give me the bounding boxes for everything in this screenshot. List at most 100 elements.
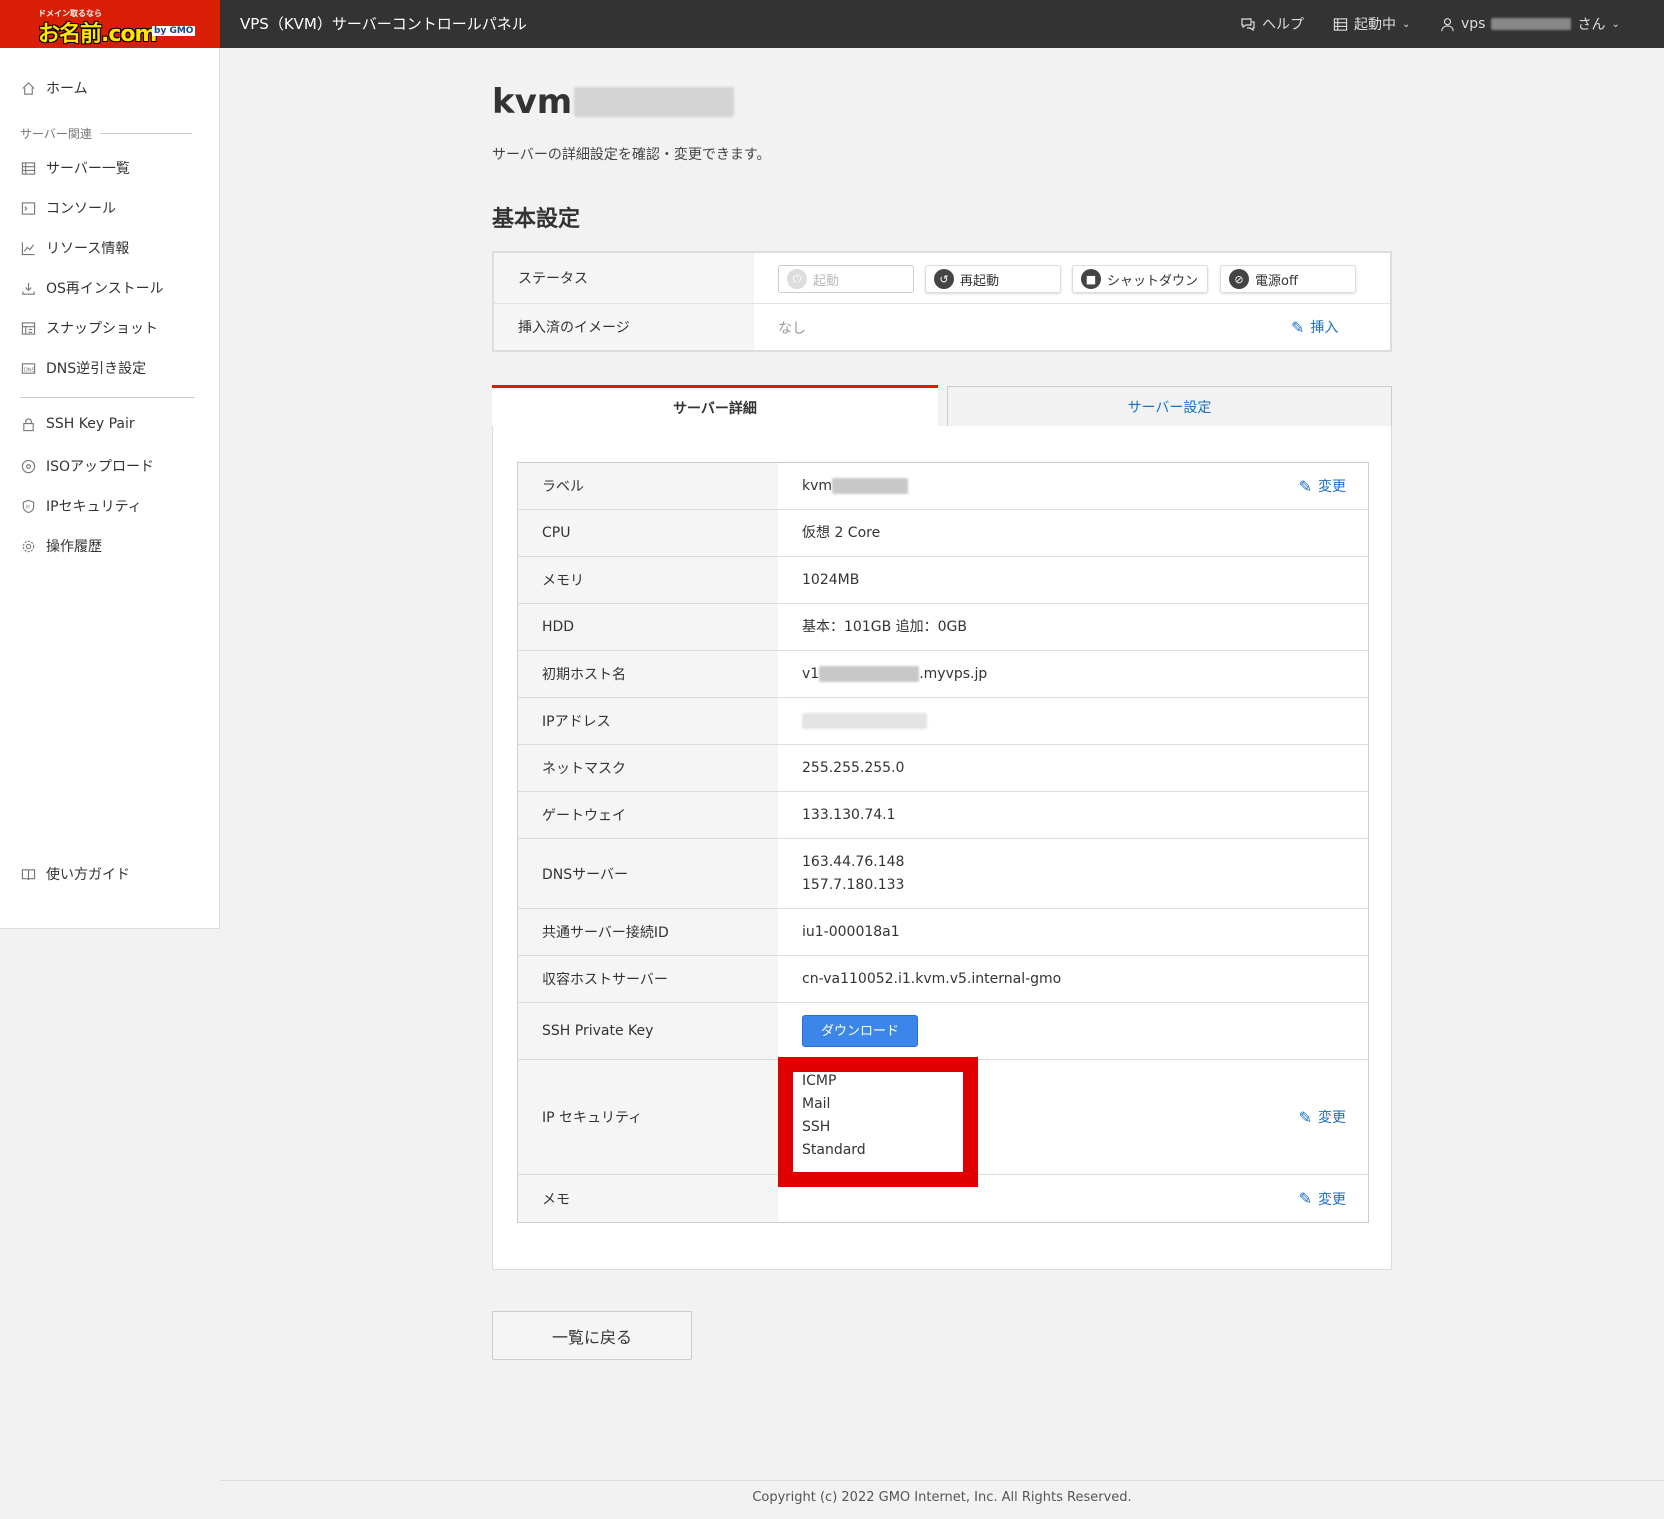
edit-label-link[interactable]: ✎ 変更 [1299, 476, 1346, 496]
shutdown-label: シャットダウン [1107, 273, 1199, 289]
server-name-redacted [574, 87, 735, 117]
logo[interactable]: ドメイン取るなら お名前.com by GMO [0, 0, 220, 48]
sidebar-item-guide[interactable]: 使い方ガイド [20, 864, 130, 884]
shutdown-button[interactable]: ■ シャットダウン [1072, 265, 1208, 293]
sidebar-item-os-reinstall[interactable]: OS再インストール [20, 278, 164, 298]
server-list-icon [1333, 17, 1348, 31]
image-row: 挿入済のイメージ なし ✎ 挿入 [494, 304, 1390, 350]
tab-server-detail[interactable]: サーバー詳細 [492, 385, 938, 427]
row-key: IPアドレス [518, 698, 778, 744]
detail-row-dns: DNSサーバー 163.44.76.148 157.7.180.133 [518, 839, 1368, 909]
row-value: 基本：101GB 追加：0GB [802, 618, 967, 635]
detail-row-netmask: ネットマスク 255.255.255.0 [518, 745, 1368, 792]
row-key: 共通サーバー接続ID [518, 909, 778, 955]
edit-memo-link[interactable]: ✎ 変更 [1299, 1189, 1346, 1209]
start-label: 起動 [813, 273, 840, 289]
dns-primary: 163.44.76.148 [802, 853, 905, 870]
detail-row-label: ラベル kvm ✎ 変更 [518, 463, 1368, 510]
row-value: cn-va110052.i1.kvm.v5.internal-gmo [802, 970, 1062, 987]
row-value: kvm [778, 463, 1368, 509]
sidebar-item-console[interactable]: コンソール [20, 198, 116, 218]
chevron-down-icon: ⌄ [1402, 18, 1411, 30]
basic-settings-title: 基本設定 [492, 207, 581, 232]
basic-settings-box: ステータス ⏻ 起動 ↺ 再起動 ■ シャットダウン ⊘ 電源off 挿入済のイ… [492, 251, 1392, 352]
restart-button[interactable]: ↺ 再起動 [925, 265, 1061, 293]
row-value: ダウンロード [778, 1003, 1368, 1059]
row-value: 133.130.74.1 [802, 806, 896, 823]
sidebar-item-label: 使い方ガイド [46, 867, 130, 883]
row-key: ゲートウェイ [518, 792, 778, 838]
sidebar-item-label: IPセキュリティ [46, 499, 142, 515]
sidebar: ホーム サーバー関連 サーバー一覧 コンソール リソース情報 OS再インストール… [0, 48, 220, 929]
row-value: 255.255.255.0 [802, 759, 905, 776]
status-row: ステータス ⏻ 起動 ↺ 再起動 ■ シャットダウン ⊘ 電源off [494, 253, 1390, 304]
sidebar-item-label: 操作履歴 [46, 539, 102, 555]
row-value: 1024MB [802, 571, 860, 588]
restart-label: 再起動 [960, 273, 1000, 289]
row-key: CPU [518, 510, 778, 556]
detail-row-gateway: ゲートウェイ 133.130.74.1 [518, 792, 1368, 839]
server-status-dropdown[interactable]: 起動中 ⌄ [1333, 14, 1410, 34]
edit-label: 変更 [1318, 1191, 1346, 1208]
footer-copyright: Copyright (c) 2022 GMO Internet, Inc. Al… [752, 1490, 1132, 1505]
detail-row-shared-id: 共通サーバー接続ID iu1-000018a1 [518, 909, 1368, 956]
sidebar-item-ssh-key[interactable]: SSH Key Pair [20, 416, 135, 432]
user-menu[interactable]: vps さん ⌄ [1440, 14, 1620, 34]
server-detail-table: ラベル kvm ✎ 変更 CPU 仮想 2 Core メモリ 1024MB HD… [517, 462, 1369, 1223]
row-key: ラベル [518, 463, 778, 509]
sidebar-item-label: スナップショット [46, 321, 158, 337]
row-value: iu1-000018a1 [802, 923, 900, 940]
download-button[interactable]: ダウンロード [802, 1015, 918, 1047]
sidebar-item-home[interactable]: ホーム [20, 78, 88, 98]
sidebar-item-snapshot[interactable]: スナップショット [20, 318, 158, 338]
dns-icon: DNS [20, 360, 36, 376]
pencil-icon: ✎ [1298, 1107, 1312, 1127]
page-description: サーバーの詳細設定を確認・変更できます。 [492, 147, 771, 163]
book-icon [20, 866, 36, 882]
tab-server-settings[interactable]: サーバー設定 [947, 386, 1392, 426]
snapshot-icon [20, 320, 36, 336]
power-icon: ⏻ [787, 269, 807, 289]
sidebar-divider [20, 397, 195, 398]
highlight-box [778, 1057, 978, 1187]
detail-row-ssh-key: SSH Private Key ダウンロード [518, 1003, 1368, 1060]
insert-label: 挿入 [1310, 320, 1339, 336]
detail-row-host-server: 収容ホストサーバー cn-va110052.i1.kvm.v5.internal… [518, 956, 1368, 1003]
power-off-button[interactable]: ⊘ 電源off [1220, 265, 1356, 293]
row-value: 163.44.76.148 157.7.180.133 [778, 839, 1368, 908]
sidebar-item-resources[interactable]: リソース情報 [20, 238, 129, 258]
detail-row-ip-security: IP セキュリティ ICMP Mail SSH Standard ✎ 変更 [518, 1057, 1368, 1187]
hostname-suffix: .myvps.jp [919, 665, 988, 682]
help-link[interactable]: ヘルプ [1240, 14, 1304, 34]
image-value: なし [778, 321, 806, 337]
insert-image-link[interactable]: ✎ 挿入 [1291, 317, 1338, 337]
user-name-suffix: さん [1577, 17, 1606, 33]
pencil-icon: ✎ [1298, 476, 1312, 496]
sidebar-item-label: リソース情報 [46, 241, 130, 257]
start-button[interactable]: ⏻ 起動 [778, 265, 914, 293]
sidebar-item-dns-reverse[interactable]: DNS DNS逆引き設定 [20, 358, 146, 378]
row-key: メモ [518, 1175, 778, 1222]
edit-ip-security-link[interactable]: ✎ 変更 [1299, 1107, 1346, 1127]
sidebar-item-history[interactable]: 操作履歴 [20, 536, 102, 556]
help-label: ヘルプ [1262, 17, 1304, 33]
row-key: IP セキュリティ [518, 1060, 778, 1174]
back-to-list-button[interactable]: 一覧に戻る [492, 1311, 692, 1360]
detail-row-ip: IPアドレス [518, 698, 1368, 745]
app-title: VPS（KVM）サーバーコントロールパネル [240, 15, 527, 33]
row-value [778, 1175, 1368, 1222]
row-key: DNSサーバー [518, 839, 778, 908]
sidebar-item-iso-upload[interactable]: ISOアップロード [20, 456, 154, 476]
sidebar-item-ip-security[interactable]: IP IPセキュリティ [20, 496, 142, 516]
sidebar-item-label: ISOアップロード [46, 459, 155, 475]
dns-secondary: 157.7.180.133 [802, 876, 905, 893]
edit-label: 変更 [1318, 1110, 1346, 1126]
disc-icon [20, 458, 36, 474]
pencil-icon: ✎ [1291, 317, 1305, 337]
label-value: kvm [802, 477, 833, 494]
row-key: ネットマスク [518, 745, 778, 791]
sidebar-item-server-list[interactable]: サーバー一覧 [20, 158, 130, 178]
restart-icon: ↺ [934, 269, 954, 289]
row-key: メモリ [518, 557, 778, 603]
row-key: 収容ホストサーバー [518, 956, 778, 1002]
